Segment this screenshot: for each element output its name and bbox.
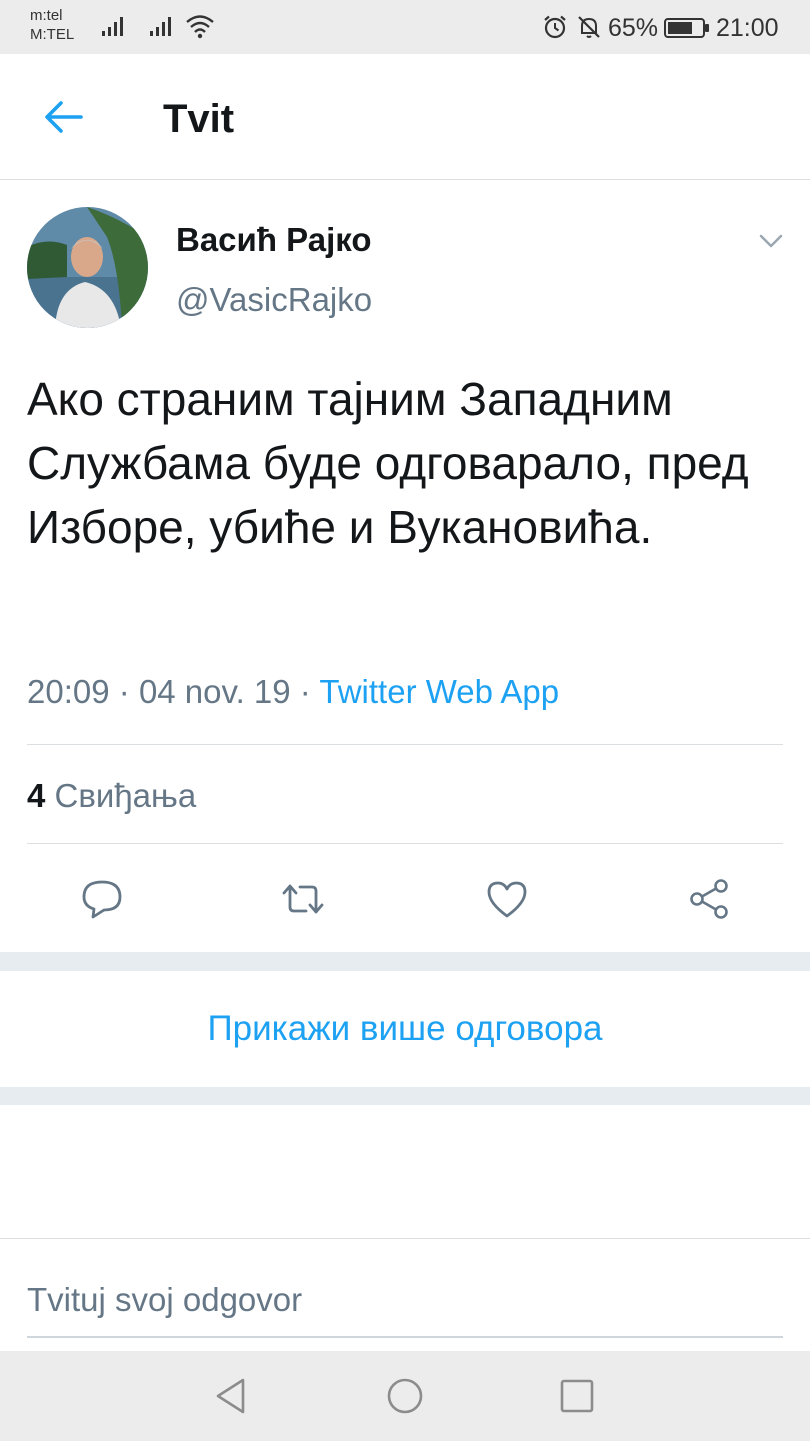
- circle-home-icon: [387, 1378, 423, 1414]
- author-handle: @VasicRajko: [176, 281, 373, 318]
- share-icon: [690, 879, 728, 919]
- muted-bell-icon: [578, 16, 600, 38]
- share-button[interactable]: [686, 876, 732, 922]
- reply-button[interactable]: [79, 876, 125, 922]
- tweet-source-link[interactable]: Twitter Web App: [319, 673, 559, 710]
- avatar[interactable]: [27, 207, 148, 328]
- alarm-icon: [544, 15, 566, 39]
- system-back-button[interactable]: [211, 1376, 251, 1416]
- divider: [0, 1238, 810, 1239]
- page-title: Tvit: [163, 97, 235, 141]
- battery-percent: 65%: [608, 14, 659, 42]
- tweet-text: Ако страним тајним Западним Службама буд…: [27, 373, 749, 553]
- wifi-icon: [186, 15, 214, 39]
- section-gap: [0, 1087, 810, 1105]
- retweet-icon: [282, 884, 324, 914]
- signal-icon: [102, 17, 123, 36]
- tweet-time: 20:09: [27, 673, 110, 710]
- author-name[interactable]: Васић Рајко: [176, 219, 372, 261]
- system-home-button[interactable]: [385, 1376, 425, 1416]
- reply-input[interactable]: [27, 1270, 783, 1330]
- carrier-label-2: M:TEL: [30, 26, 75, 43]
- square-recents-icon: [560, 1379, 594, 1413]
- divider: [27, 843, 783, 844]
- tweet-date: 04 nov. 19: [138, 673, 291, 710]
- status-bar: m:tel M:TEL 65% 21:00: [0, 0, 810, 54]
- system-nav-bar: [0, 1351, 810, 1441]
- signal-icon: [150, 17, 171, 36]
- show-more-replies-button[interactable]: Прикажи више одговора: [0, 971, 810, 1087]
- tweet-menu-button[interactable]: [754, 224, 788, 258]
- heart-icon: [487, 881, 527, 918]
- carrier-labels: m:tel M:TEL: [30, 6, 74, 44]
- likes-count: 4: [27, 777, 46, 814]
- meta-separator: ·: [118, 673, 130, 710]
- tweet-meta: 20:09 · 04 nov. 19 · Twitter Web App: [27, 670, 559, 714]
- reply-input-underline: [27, 1336, 783, 1338]
- app-header: Tvit: [0, 54, 810, 180]
- section-gap: [0, 952, 810, 971]
- profile-photo-icon: [27, 207, 148, 328]
- likes-label: Свиђања: [54, 777, 197, 814]
- reply-icon: [82, 880, 122, 919]
- meta-separator: ·: [299, 673, 311, 710]
- likes-count-link[interactable]: 4 Свиђања: [27, 775, 196, 817]
- back-button[interactable]: [38, 92, 88, 142]
- retweet-button[interactable]: [280, 876, 326, 922]
- battery-icon: [664, 18, 709, 38]
- like-button[interactable]: [484, 876, 530, 922]
- status-time: 21:00: [716, 14, 779, 42]
- carrier-label-1: m:tel: [30, 7, 63, 24]
- triangle-back-icon: [216, 1378, 245, 1414]
- system-recents-button[interactable]: [557, 1376, 597, 1416]
- arrow-left-icon: [45, 101, 83, 133]
- chevron-down-icon: [759, 234, 783, 248]
- divider: [27, 744, 783, 745]
